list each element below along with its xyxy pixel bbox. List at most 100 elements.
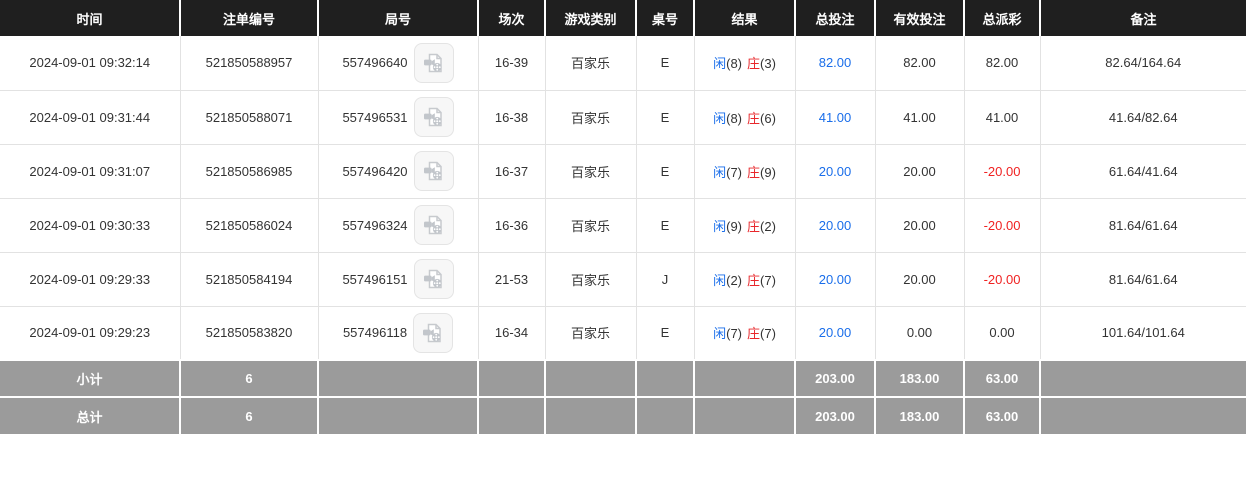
grand-total-count: 6 (180, 397, 318, 434)
cell-result: 闲(8)庄(3) (694, 36, 795, 90)
cell-session: 16-38 (478, 90, 545, 144)
col-header-remark: 备注 (1040, 0, 1246, 36)
cell-remark: 82.64/164.64 (1040, 36, 1246, 90)
result-player-value: (7) (726, 326, 742, 341)
cell-total-bet: 82.00 (795, 36, 875, 90)
cell-game-type: 百家乐 (545, 198, 636, 252)
cell-round-no: 557496531 (318, 90, 478, 144)
result-banker-value: (9) (760, 165, 776, 180)
result-player-label: 闲 (713, 273, 726, 288)
cell-valid-bet: 20.00 (875, 198, 964, 252)
cell-session: 16-39 (478, 36, 545, 90)
video-replay-button[interactable] (414, 97, 454, 137)
cell-result: 闲(7)庄(7) (694, 306, 795, 360)
result-player-label: 闲 (713, 219, 726, 234)
cell-total-bet: 20.00 (795, 198, 875, 252)
table-row: 2024-09-01 09:29:23 521850583820 5574961… (0, 306, 1246, 360)
cell-valid-bet: 0.00 (875, 306, 964, 360)
cell-table-no: E (636, 90, 694, 144)
result-player-label: 闲 (713, 111, 726, 126)
bet-records-table: 时间 注单编号 局号 场次 游戏类别 桌号 结果 总投注 有效投注 总派彩 备注… (0, 0, 1246, 434)
col-header-total-bet: 总投注 (795, 0, 875, 36)
cell-round-no: 557496118 (318, 306, 478, 360)
round-number: 557496118 (343, 325, 407, 340)
grand-total-row: 总计 6 203.00 183.00 63.00 (0, 397, 1246, 434)
result-banker-value: (6) (760, 111, 776, 126)
result-banker-label: 庄 (747, 111, 760, 126)
table-row: 2024-09-01 09:32:14 521850588957 5574966… (0, 36, 1246, 90)
grand-total-valid-bet: 183.00 (875, 397, 964, 434)
cell-time: 2024-09-01 09:29:23 (0, 306, 180, 360)
result-banker-label: 庄 (747, 219, 760, 234)
table-row: 2024-09-01 09:31:07 521850586985 5574964… (0, 144, 1246, 198)
round-number: 557496420 (342, 164, 407, 179)
col-header-time: 时间 (0, 0, 180, 36)
cell-table-no: E (636, 36, 694, 90)
col-header-valid-bet: 有效投注 (875, 0, 964, 36)
col-header-result: 结果 (694, 0, 795, 36)
cell-total-bet: 41.00 (795, 90, 875, 144)
result-player-label: 闲 (713, 165, 726, 180)
cell-time: 2024-09-01 09:31:07 (0, 144, 180, 198)
cell-bet-id: 521850588071 (180, 90, 318, 144)
cell-payout: -20.00 (964, 252, 1040, 306)
subtotal-total-bet: 203.00 (795, 360, 875, 397)
result-banker-value: (7) (760, 273, 776, 288)
cell-round-no: 557496420 (318, 144, 478, 198)
cell-payout: 41.00 (964, 90, 1040, 144)
video-file-icon (422, 51, 446, 75)
cell-game-type: 百家乐 (545, 306, 636, 360)
video-replay-button[interactable] (413, 313, 453, 353)
cell-remark: 41.64/82.64 (1040, 90, 1246, 144)
video-replay-button[interactable] (414, 205, 454, 245)
grand-total-label: 总计 (0, 397, 180, 434)
cell-remark: 81.64/61.64 (1040, 198, 1246, 252)
cell-time: 2024-09-01 09:32:14 (0, 36, 180, 90)
cell-payout: -20.00 (964, 198, 1040, 252)
result-banker-label: 庄 (747, 56, 760, 71)
result-player-value: (9) (726, 219, 742, 234)
video-replay-button[interactable] (414, 151, 454, 191)
table-row: 2024-09-01 09:30:33 521850586024 5574963… (0, 198, 1246, 252)
cell-valid-bet: 20.00 (875, 144, 964, 198)
cell-session: 16-36 (478, 198, 545, 252)
header-row: 时间 注单编号 局号 场次 游戏类别 桌号 结果 总投注 有效投注 总派彩 备注 (0, 0, 1246, 36)
cell-total-bet: 20.00 (795, 252, 875, 306)
video-file-icon (422, 159, 446, 183)
col-header-round-no: 局号 (318, 0, 478, 36)
video-file-icon (421, 321, 445, 345)
result-player-label: 闲 (713, 326, 726, 341)
cell-payout: -20.00 (964, 144, 1040, 198)
result-player-value: (2) (726, 273, 742, 288)
cell-table-no: E (636, 306, 694, 360)
cell-remark: 61.64/41.64 (1040, 144, 1246, 198)
cell-bet-id: 521850588957 (180, 36, 318, 90)
cell-table-no: J (636, 252, 694, 306)
round-number: 557496151 (342, 272, 407, 287)
subtotal-label: 小计 (0, 360, 180, 397)
result-banker-value: (3) (760, 56, 776, 71)
result-banker-value: (2) (760, 219, 776, 234)
result-banker-label: 庄 (747, 326, 760, 341)
cell-time: 2024-09-01 09:31:44 (0, 90, 180, 144)
video-replay-button[interactable] (414, 259, 454, 299)
table-body: 2024-09-01 09:32:14 521850588957 5574966… (0, 36, 1246, 360)
col-header-game-type: 游戏类别 (545, 0, 636, 36)
cell-game-type: 百家乐 (545, 252, 636, 306)
cell-bet-id: 521850583820 (180, 306, 318, 360)
video-file-icon (422, 105, 446, 129)
cell-valid-bet: 82.00 (875, 36, 964, 90)
cell-game-type: 百家乐 (545, 36, 636, 90)
cell-total-bet: 20.00 (795, 144, 875, 198)
result-player-value: (8) (726, 56, 742, 71)
cell-payout: 82.00 (964, 36, 1040, 90)
subtotal-count: 6 (180, 360, 318, 397)
cell-session: 16-34 (478, 306, 545, 360)
cell-valid-bet: 41.00 (875, 90, 964, 144)
round-number: 557496531 (342, 110, 407, 125)
cell-time: 2024-09-01 09:29:33 (0, 252, 180, 306)
result-banker-value: (7) (760, 326, 776, 341)
round-number: 557496640 (342, 55, 407, 70)
video-replay-button[interactable] (414, 43, 454, 83)
cell-game-type: 百家乐 (545, 90, 636, 144)
